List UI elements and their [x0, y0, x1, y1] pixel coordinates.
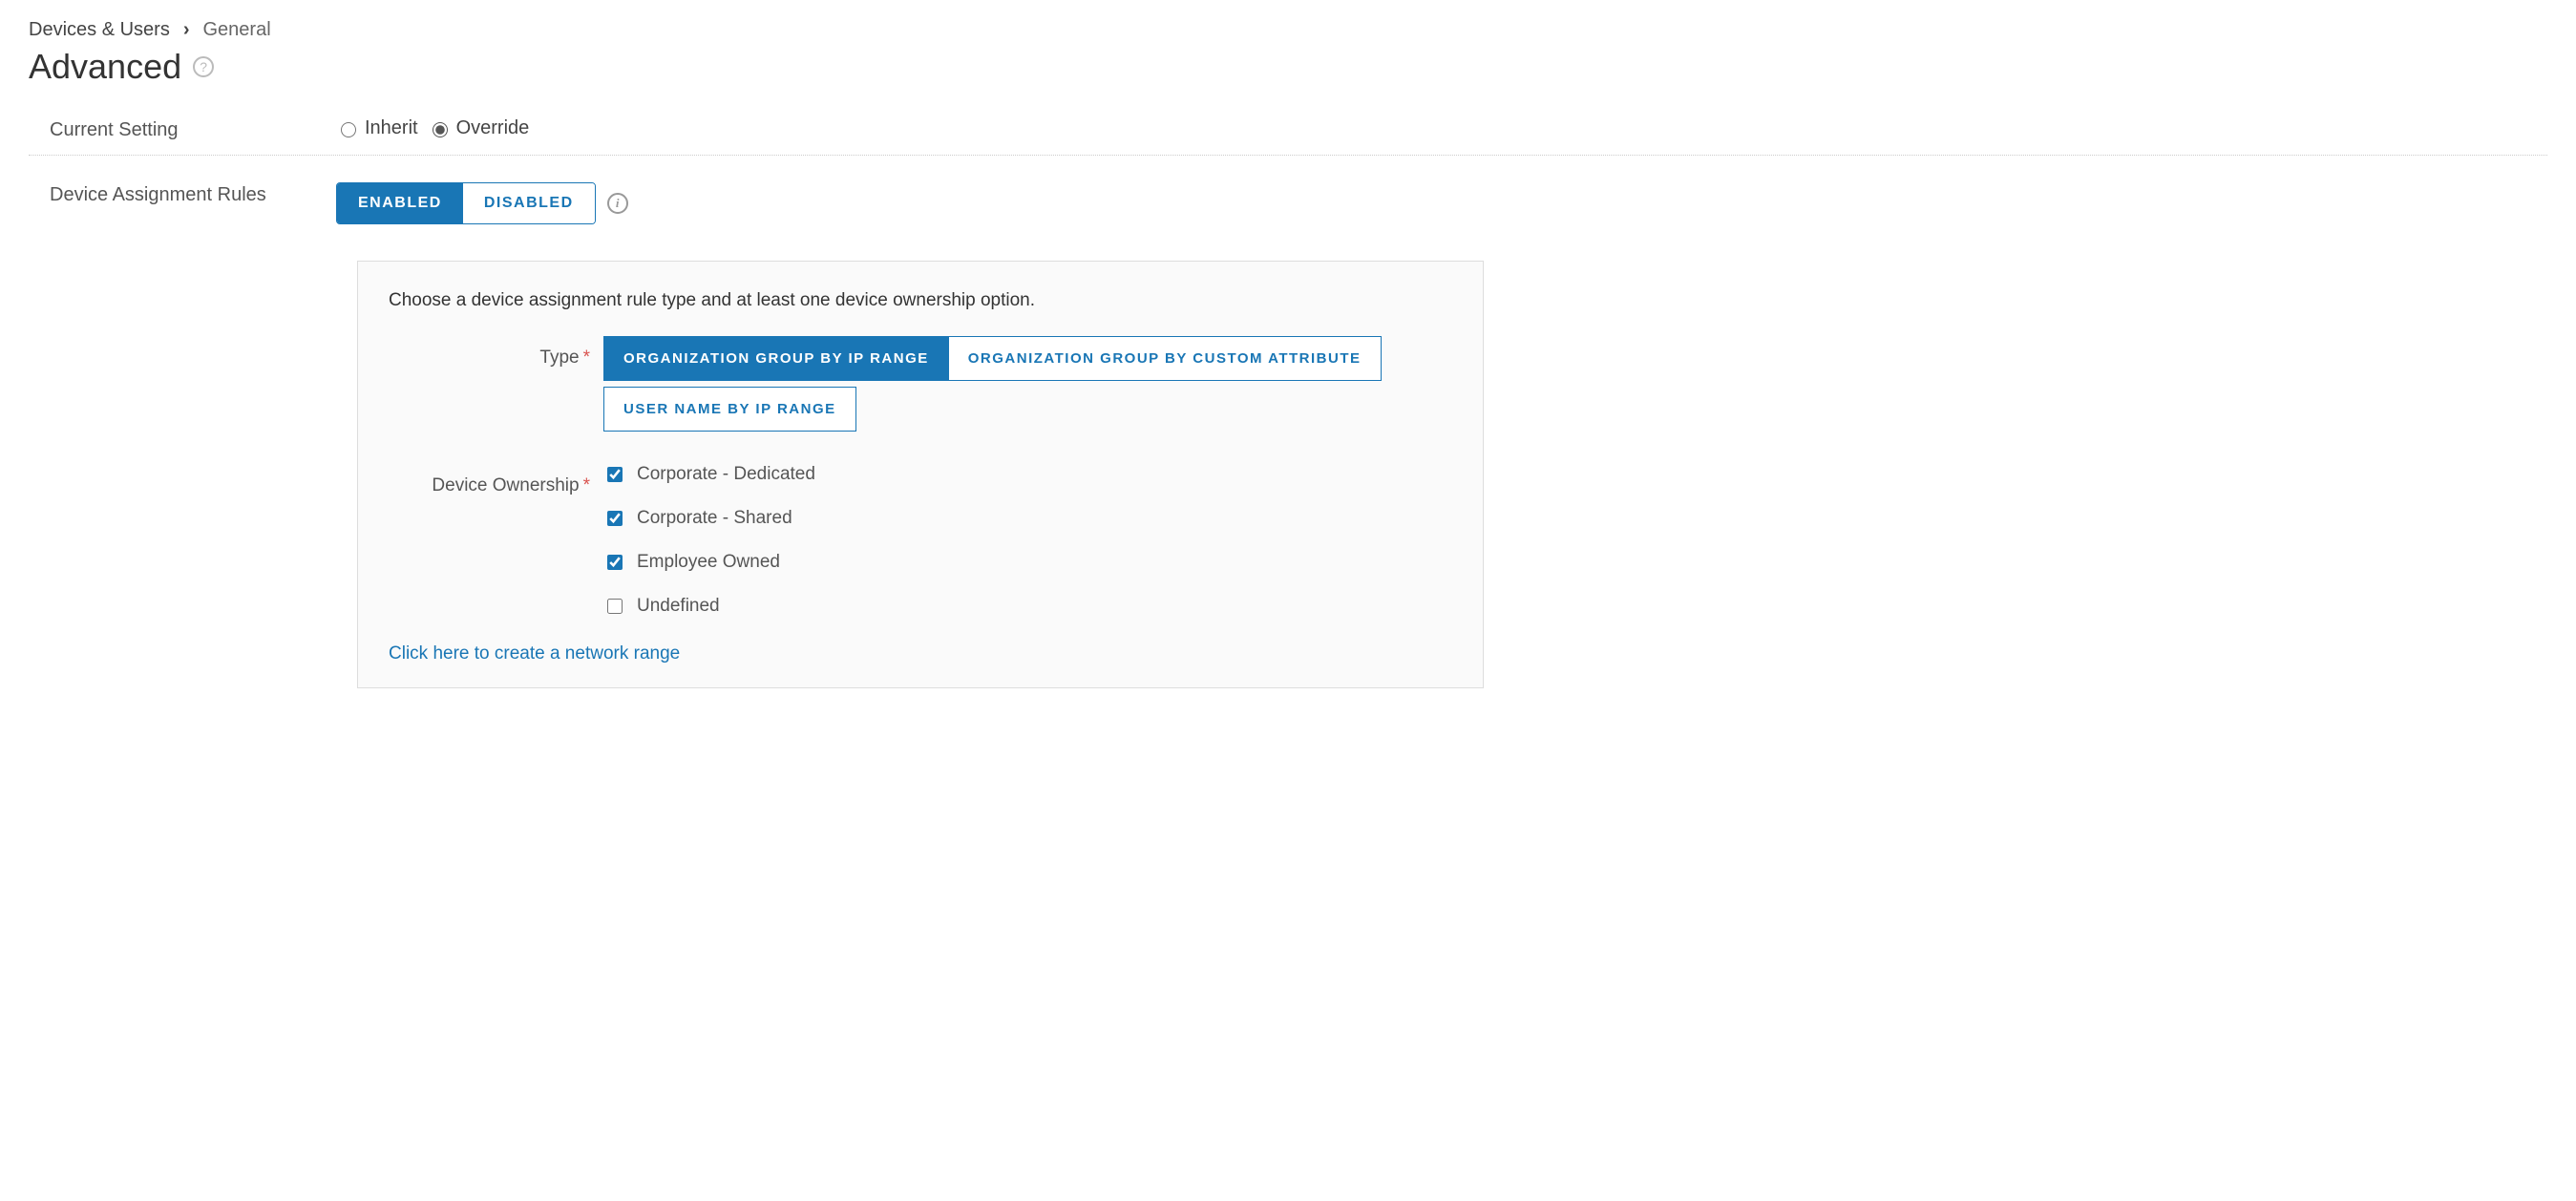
ownership-checkbox-employee-owned[interactable]: [607, 555, 623, 570]
inherit-radio-text: Inherit: [365, 117, 418, 139]
override-radio-text: Override: [456, 117, 530, 139]
info-icon[interactable]: i: [607, 193, 628, 214]
ownership-label-text: Corporate - Shared: [637, 508, 792, 529]
current-setting-radio-group: Inherit Override: [336, 117, 2547, 139]
inherit-radio[interactable]: [341, 122, 356, 137]
inherit-radio-label[interactable]: Inherit: [336, 117, 418, 139]
breadcrumb-current: General: [202, 19, 270, 41]
type-user-ip-button[interactable]: USER NAME BY IP RANGE: [603, 387, 856, 432]
device-ownership-checkbox-list: Corporate - Dedicated Corporate - Shared…: [603, 464, 1452, 617]
override-radio[interactable]: [433, 122, 448, 137]
disabled-button[interactable]: DISABLED: [463, 183, 595, 223]
breadcrumb: Devices & Users › General: [29, 19, 2547, 41]
ownership-label-text: Undefined: [637, 596, 720, 617]
rules-panel: Choose a device assignment rule type and…: [357, 261, 1484, 688]
help-icon[interactable]: ?: [193, 56, 214, 77]
device-assignment-rules-label: Device Assignment Rules: [50, 179, 336, 206]
required-star-icon: *: [583, 348, 590, 368]
type-org-ip-button[interactable]: ORGANIZATION GROUP BY IP RANGE: [603, 336, 949, 381]
ownership-checkbox-undefined[interactable]: [607, 599, 623, 614]
breadcrumb-parent[interactable]: Devices & Users: [29, 19, 170, 41]
ownership-checkbox-corporate-dedicated[interactable]: [607, 467, 623, 482]
device-assignment-rules-row: Device Assignment Rules ENABLED DISABLED…: [29, 156, 2547, 238]
ownership-option-employee-owned[interactable]: Employee Owned: [603, 552, 1452, 573]
device-ownership-field-row: Device Ownership* Corporate - Dedicated …: [389, 464, 1452, 617]
type-field-row: Type* ORGANIZATION GROUP BY IP RANGE ORG…: [389, 336, 1452, 437]
chevron-right-icon: ›: [183, 19, 190, 41]
type-segmented-group: ORGANIZATION GROUP BY IP RANGE ORGANIZAT…: [603, 336, 1452, 387]
ownership-option-corporate-dedicated[interactable]: Corporate - Dedicated: [603, 464, 1452, 485]
required-star-icon: *: [583, 475, 590, 495]
page-title: Advanced: [29, 47, 181, 87]
ownership-option-undefined[interactable]: Undefined: [603, 596, 1452, 617]
panel-instruction: Choose a device assignment rule type and…: [389, 290, 1452, 311]
ownership-checkbox-corporate-shared[interactable]: [607, 511, 623, 526]
current-setting-label: Current Setting: [50, 114, 336, 141]
type-org-attr-button[interactable]: ORGANIZATION GROUP BY CUSTOM ATTRIBUTE: [948, 336, 1382, 381]
enabled-button[interactable]: ENABLED: [337, 183, 463, 223]
ownership-option-corporate-shared[interactable]: Corporate - Shared: [603, 508, 1452, 529]
assignment-rules-toggle: ENABLED DISABLED: [336, 182, 596, 224]
type-segmented-group-row2: USER NAME BY IP RANGE: [603, 387, 1452, 437]
ownership-label-text: Corporate - Dedicated: [637, 464, 815, 485]
create-network-range-link[interactable]: Click here to create a network range: [389, 643, 680, 664]
type-field-label: Type*: [389, 336, 603, 369]
ownership-label-text: Employee Owned: [637, 552, 780, 573]
current-setting-row: Current Setting Inherit Override: [29, 104, 2547, 156]
device-ownership-field-label: Device Ownership*: [389, 464, 603, 496]
override-radio-label[interactable]: Override: [428, 117, 530, 139]
